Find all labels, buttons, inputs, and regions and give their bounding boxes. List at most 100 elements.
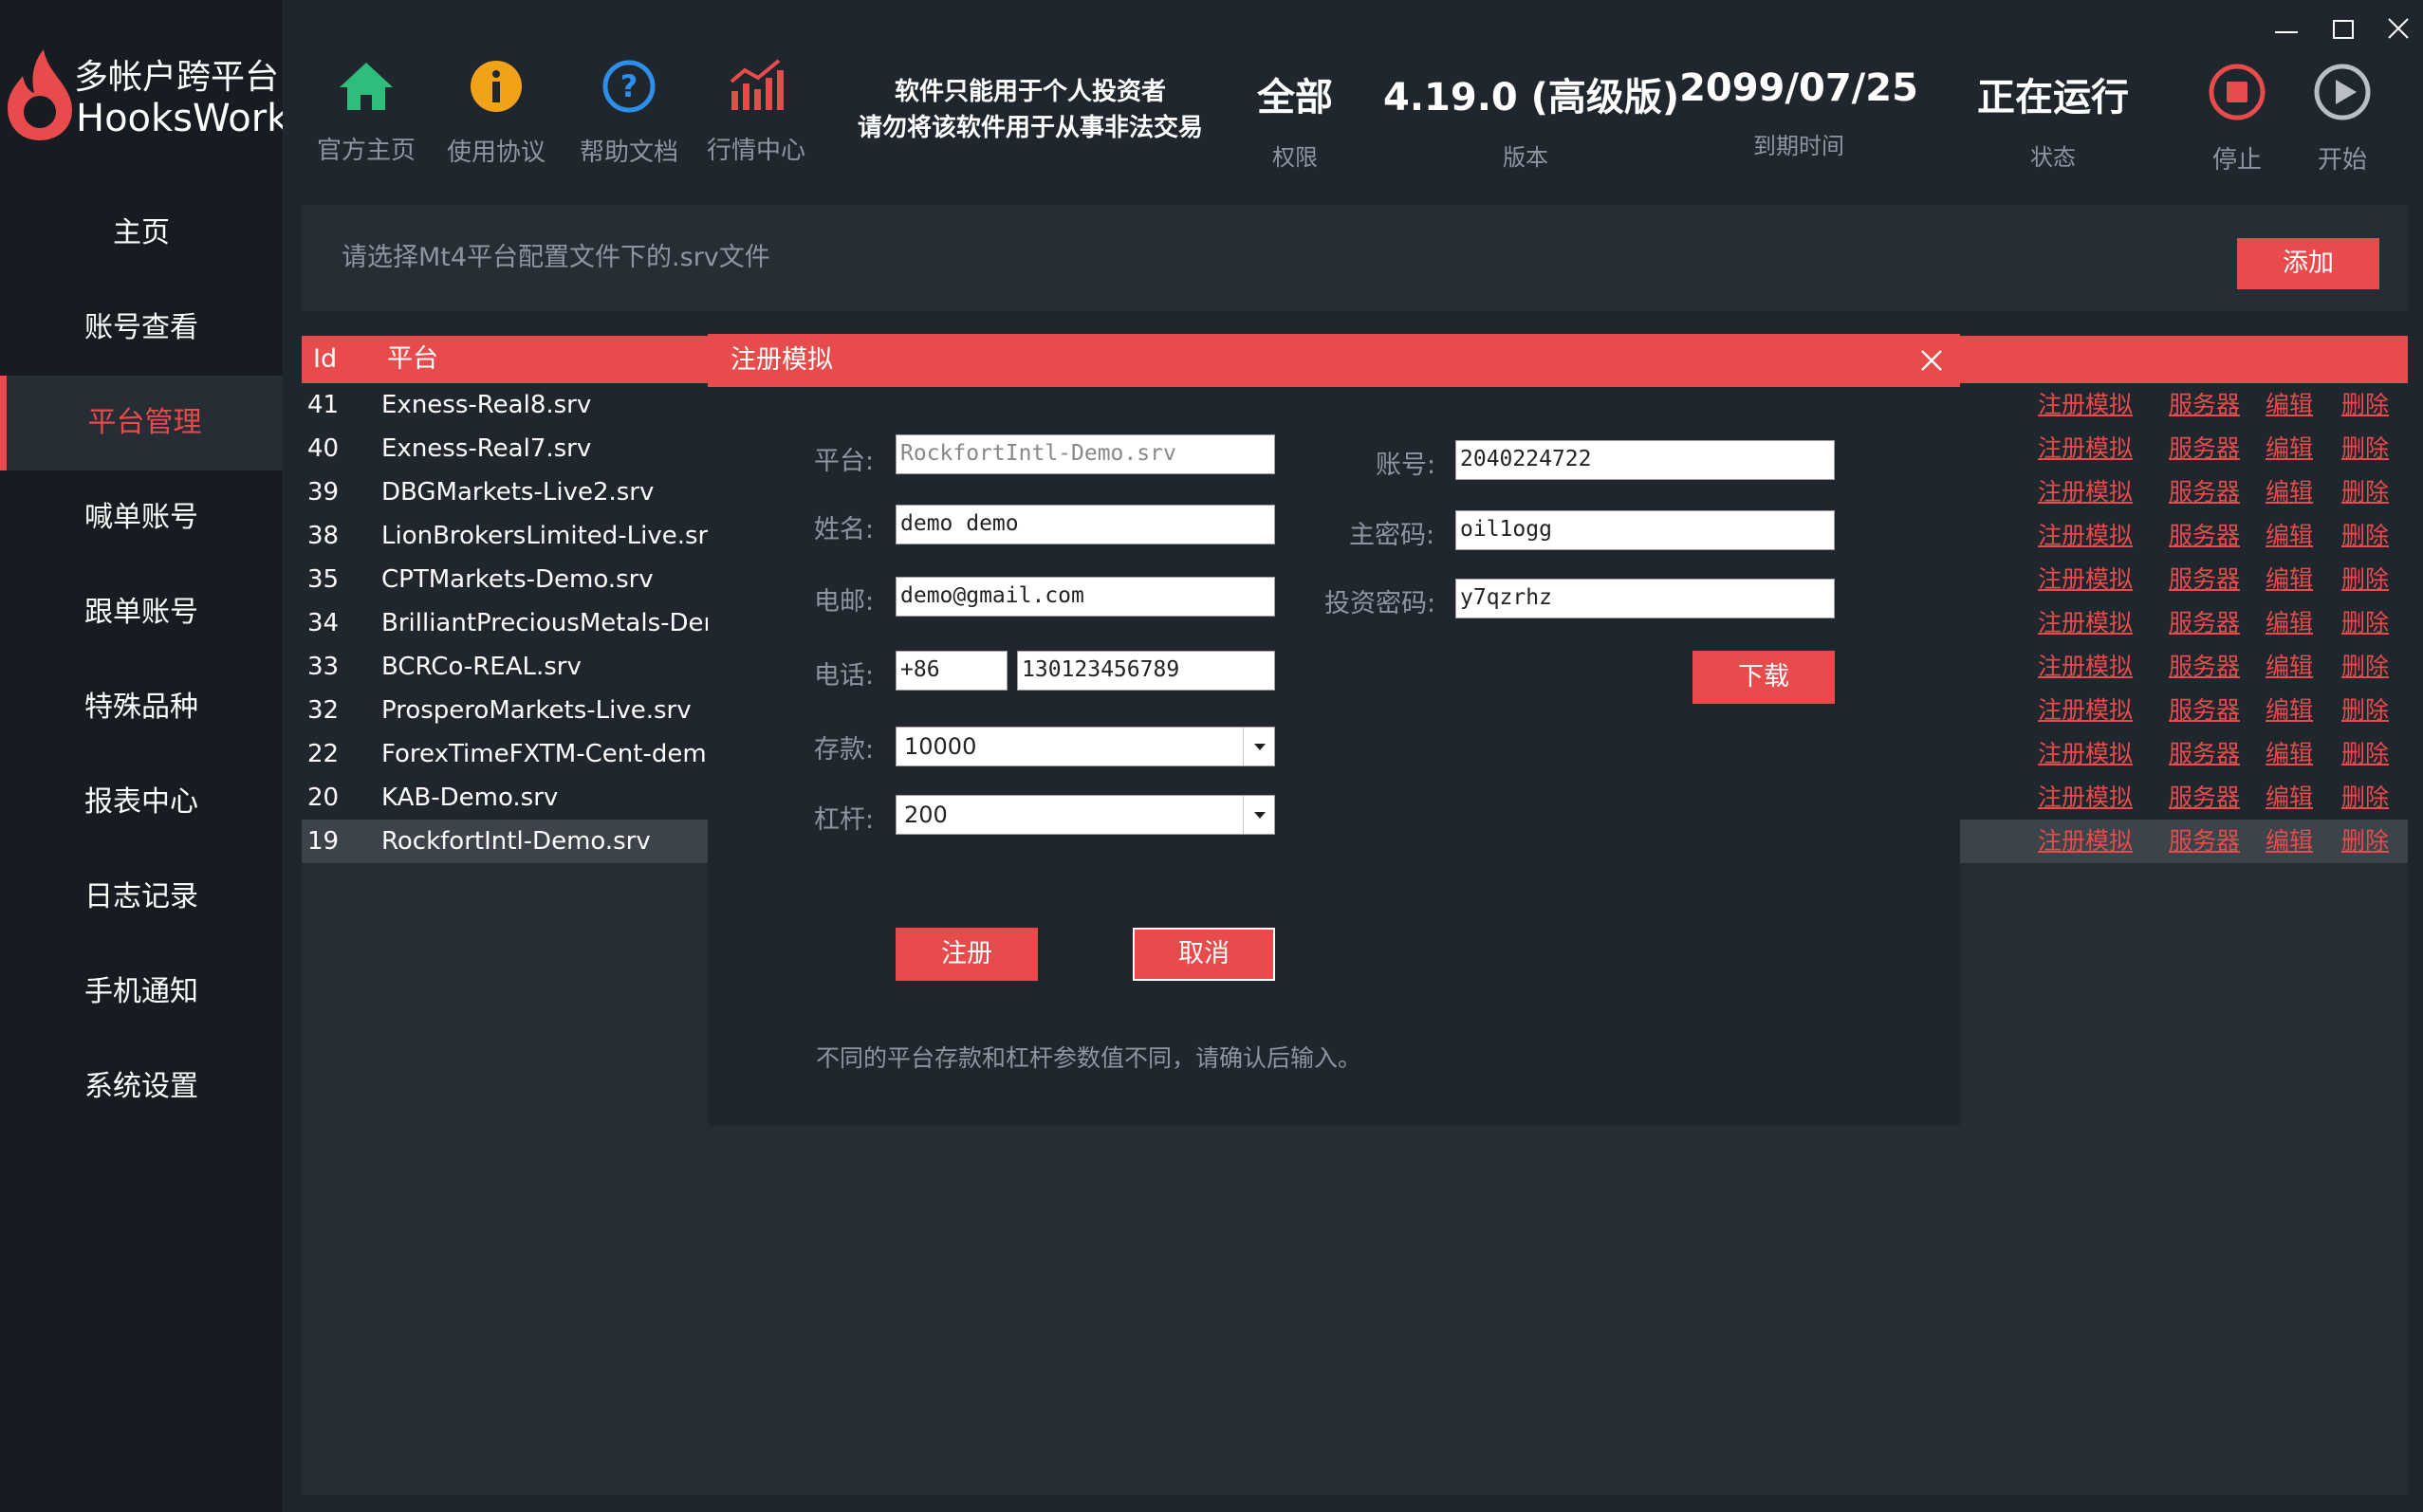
dialog-title: 注册模拟 <box>731 345 833 375</box>
official-home-button[interactable]: 官方主页 <box>305 59 428 166</box>
sidebar-item-signal-accounts[interactable]: 喊单账号 <box>0 470 283 565</box>
server-link[interactable]: 服务器 <box>2169 776 2240 820</box>
delete-link[interactable]: 删除 <box>2341 514 2389 558</box>
register-demo-link[interactable]: 注册模拟 <box>2038 732 2133 776</box>
sidebar-item-logs[interactable]: 日志记录 <box>0 850 283 945</box>
sidebar-item-mobile-notify[interactable]: 手机通知 <box>0 945 283 1040</box>
sidebar-item-platforms[interactable]: 平台管理 <box>0 376 283 470</box>
expiry-value: 2099/07/25 <box>1679 66 1918 110</box>
register-button[interactable]: 注册 <box>896 928 1038 981</box>
server-link[interactable]: 服务器 <box>2169 514 2240 558</box>
edit-link[interactable]: 编辑 <box>2266 383 2313 427</box>
delete-link[interactable]: 删除 <box>2341 820 2389 863</box>
platform-field[interactable]: RockfortIntl-Demo.srv <box>896 434 1275 474</box>
sidebar-item-accounts[interactable]: 账号查看 <box>0 281 283 376</box>
register-demo-link[interactable]: 注册模拟 <box>2038 514 2133 558</box>
edit-link[interactable]: 编辑 <box>2266 558 2313 601</box>
edit-link[interactable]: 编辑 <box>2266 776 2313 820</box>
row-id: 20 <box>307 784 340 812</box>
download-button[interactable]: 下载 <box>1692 651 1835 704</box>
account-field[interactable]: 2040224722 <box>1455 440 1835 480</box>
register-demo-link[interactable]: 注册模拟 <box>2038 645 2133 689</box>
dialog-close-button[interactable] <box>1918 347 1945 374</box>
minimize-button[interactable] <box>2266 8 2307 49</box>
notice-line-2: 请勿将该软件用于从事非法交易 <box>857 114 1203 142</box>
server-link[interactable]: 服务器 <box>2169 689 2240 732</box>
server-link[interactable]: 服务器 <box>2169 427 2240 470</box>
sidebar-item-follow-accounts[interactable]: 跟单账号 <box>0 565 283 660</box>
phone-number-field[interactable]: 130123456789 <box>1017 651 1275 691</box>
column-header-platform: 平台 <box>387 344 438 374</box>
edit-link[interactable]: 编辑 <box>2266 601 2313 645</box>
row-id: 32 <box>307 696 340 725</box>
edit-link[interactable]: 编辑 <box>2266 514 2313 558</box>
edit-link[interactable]: 编辑 <box>2266 820 2313 863</box>
flame-logo-icon <box>8 49 72 140</box>
register-demo-link[interactable]: 注册模拟 <box>2038 383 2133 427</box>
dialog-header: 注册模拟 <box>708 334 1960 387</box>
leverage-select[interactable]: 200 <box>896 795 1275 835</box>
delete-link[interactable]: 删除 <box>2341 732 2389 776</box>
register-demo-link[interactable]: 注册模拟 <box>2038 470 2133 514</box>
edit-link[interactable]: 编辑 <box>2266 689 2313 732</box>
start-button[interactable]: 开始 <box>2304 63 2380 175</box>
edit-link[interactable]: 编辑 <box>2266 645 2313 689</box>
register-demo-link[interactable]: 注册模拟 <box>2038 820 2133 863</box>
delete-link[interactable]: 删除 <box>2341 689 2389 732</box>
version-value: 4.19.0 (高级版) <box>1383 76 1680 120</box>
notice-line-1: 软件只能用于个人投资者 <box>894 78 1166 106</box>
window-close-button[interactable] <box>2377 8 2419 49</box>
maximize-icon <box>2333 20 2354 39</box>
deposit-select[interactable]: 10000 <box>896 727 1275 766</box>
stop-icon <box>2209 64 2266 120</box>
row-platform: ProsperoMarkets-Live.srv <box>381 696 692 725</box>
delete-link[interactable]: 删除 <box>2341 645 2389 689</box>
dialog-note: 不同的平台存款和杠杆参数值不同，请确认后输入。 <box>816 1044 1362 1072</box>
investor-password-field[interactable]: y7qzrhz <box>1455 579 1835 618</box>
edit-link[interactable]: 编辑 <box>2266 427 2313 470</box>
row-platform: ForexTimeFXTM-Cent-demo.s <box>381 740 742 768</box>
sidebar-item-settings[interactable]: 系统设置 <box>0 1040 283 1134</box>
market-center-button[interactable]: 行情中心 <box>694 59 818 166</box>
row-platform: KAB-Demo.srv <box>381 784 559 812</box>
sidebar-item-reports[interactable]: 报表中心 <box>0 755 283 850</box>
register-demo-link[interactable]: 注册模拟 <box>2038 776 2133 820</box>
sidebar-item-home[interactable]: 主页 <box>0 186 283 281</box>
delete-link[interactable]: 删除 <box>2341 601 2389 645</box>
server-link[interactable]: 服务器 <box>2169 470 2240 514</box>
logo-title: 多帐户跨平台 <box>74 58 280 97</box>
help-docs-button[interactable]: ? 帮助文档 <box>567 59 691 168</box>
delete-link[interactable]: 删除 <box>2341 383 2389 427</box>
help-icon: ? <box>602 60 656 113</box>
usage-agreement-button[interactable]: 使用协议 <box>435 59 558 168</box>
edit-link[interactable]: 编辑 <box>2266 470 2313 514</box>
server-link[interactable]: 服务器 <box>2169 558 2240 601</box>
stop-button[interactable]: 停止 <box>2199 63 2275 175</box>
email-field[interactable]: demo@gmail.com <box>896 577 1275 617</box>
sidebar-item-special-symbols[interactable]: 特殊品种 <box>0 660 283 755</box>
server-link[interactable]: 服务器 <box>2169 383 2240 427</box>
usage-agreement-label: 使用协议 <box>446 138 546 167</box>
register-demo-link[interactable]: 注册模拟 <box>2038 689 2133 732</box>
srv-path-input[interactable]: 请选择Mt4平台配置文件下的.srv文件 <box>302 205 2408 311</box>
register-demo-link[interactable]: 注册模拟 <box>2038 558 2133 601</box>
add-platform-button[interactable]: 添加 <box>2237 238 2379 289</box>
delete-link[interactable]: 删除 <box>2341 427 2389 470</box>
server-link[interactable]: 服务器 <box>2169 601 2240 645</box>
delete-link[interactable]: 删除 <box>2341 470 2389 514</box>
edit-link[interactable]: 编辑 <box>2266 732 2313 776</box>
maximize-button[interactable] <box>2322 8 2364 49</box>
status-value: 正在运行 <box>1977 76 2129 120</box>
name-field[interactable]: demo demo <box>896 505 1275 544</box>
server-link[interactable]: 服务器 <box>2169 732 2240 776</box>
delete-link[interactable]: 删除 <box>2341 558 2389 601</box>
register-demo-link[interactable]: 注册模拟 <box>2038 601 2133 645</box>
master-password-field[interactable]: oil1ogg <box>1455 510 1835 550</box>
delete-link[interactable]: 删除 <box>2341 776 2389 820</box>
row-id: 39 <box>307 478 340 507</box>
cancel-button[interactable]: 取消 <box>1133 928 1275 981</box>
register-demo-link[interactable]: 注册模拟 <box>2038 427 2133 470</box>
server-link[interactable]: 服务器 <box>2169 820 2240 863</box>
phone-code-field[interactable]: +86 <box>896 651 1008 691</box>
server-link[interactable]: 服务器 <box>2169 645 2240 689</box>
